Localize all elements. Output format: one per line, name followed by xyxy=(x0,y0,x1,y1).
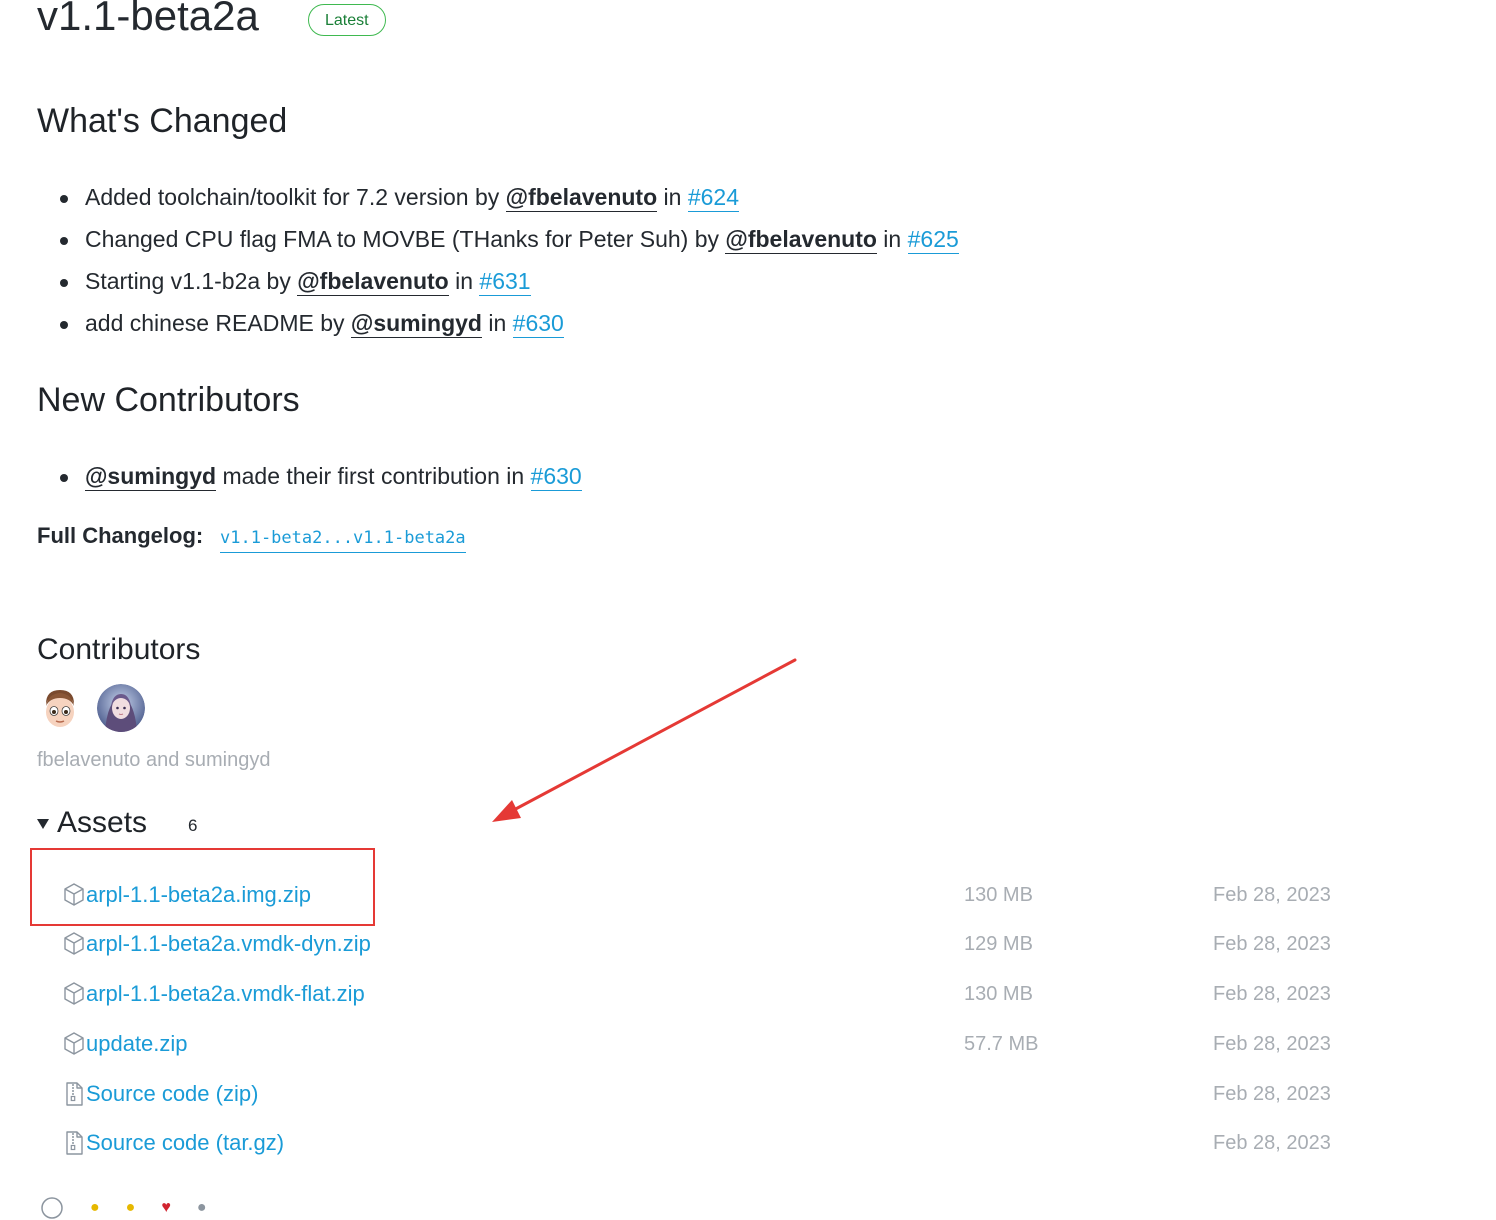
annotation-arrow xyxy=(492,658,797,822)
thumbs-up-icon[interactable]: ● xyxy=(90,1199,100,1217)
heart-icon[interactable]: ♥ xyxy=(161,1199,171,1217)
reactions-bar: ● ● ♥ ● xyxy=(40,1196,207,1220)
hooray-icon[interactable]: ● xyxy=(126,1199,136,1217)
smiley-icon[interactable] xyxy=(40,1196,64,1220)
rocket-icon[interactable]: ● xyxy=(197,1199,207,1217)
